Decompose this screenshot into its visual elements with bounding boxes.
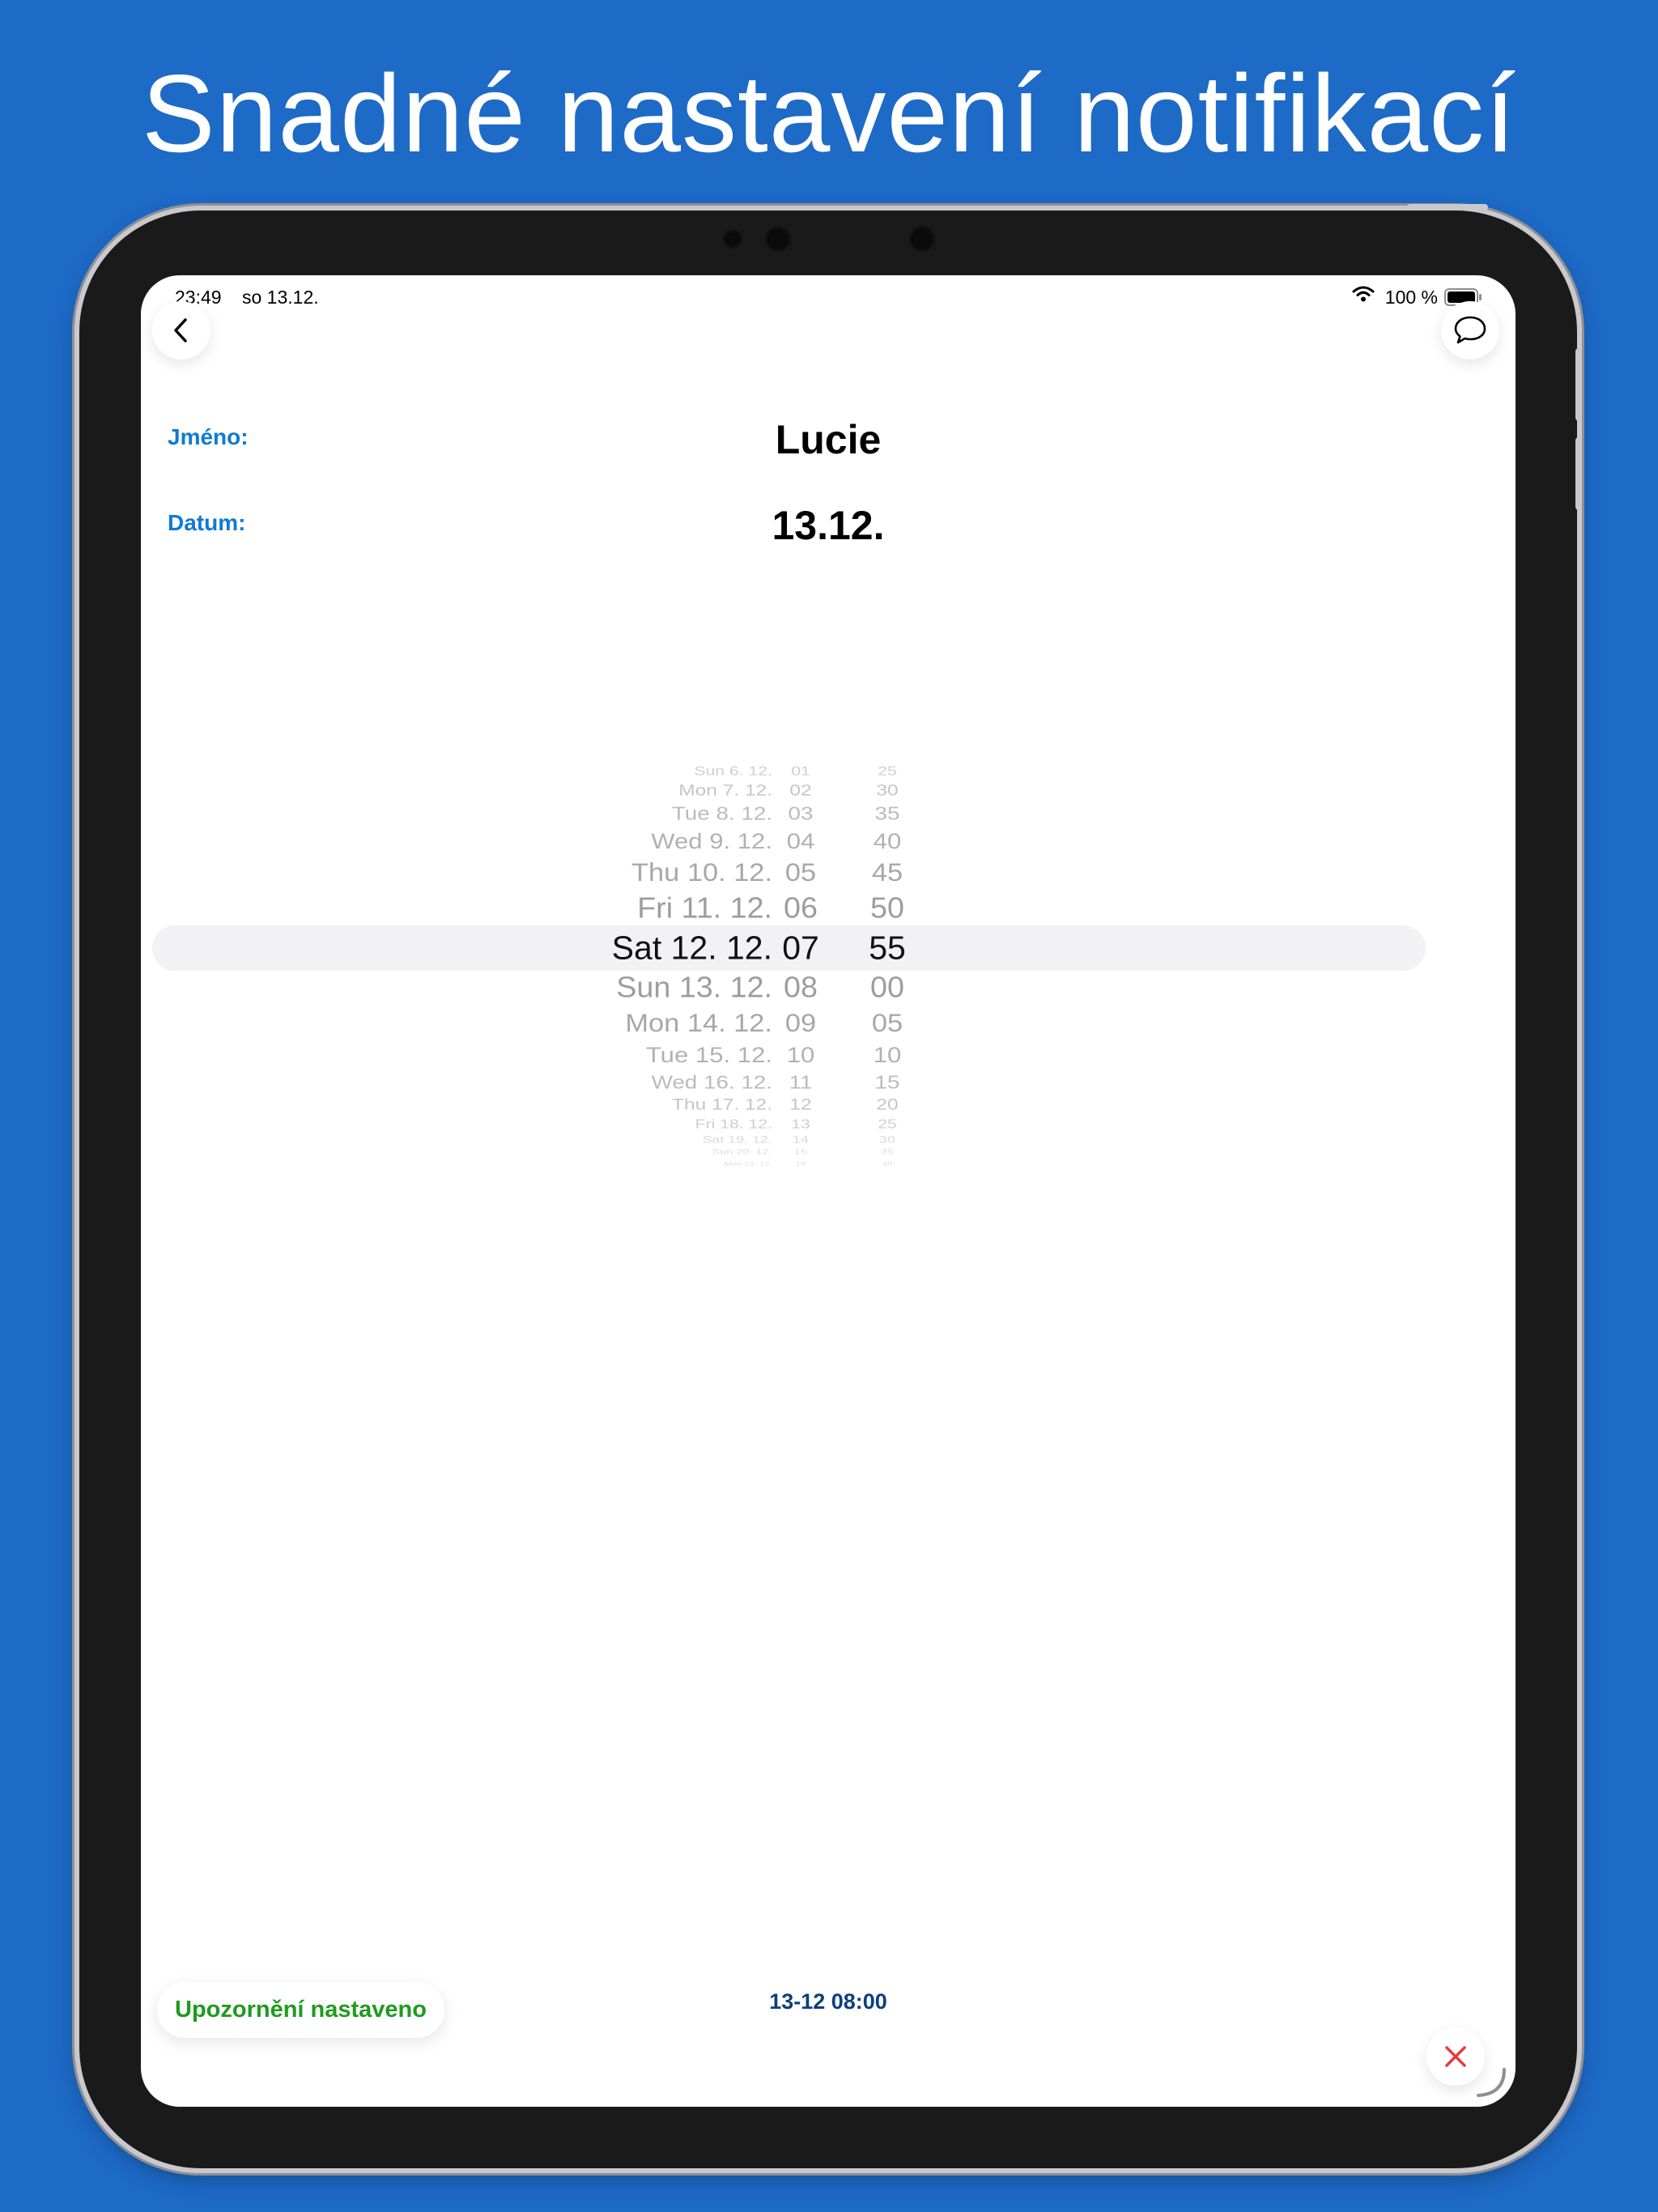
resize-corner-icon [1477, 2068, 1506, 2097]
notification-status-pill: Upozornění nastaveno [157, 1982, 444, 2038]
volume-button [1575, 348, 1582, 421]
picker-hour: 11 [789, 1071, 813, 1092]
picker-minute: 40 [882, 1160, 893, 1168]
volume-button [1575, 437, 1582, 510]
picker-minute: 55 [869, 929, 906, 967]
battery-percentage: 100 % [1384, 287, 1438, 308]
picker-hour: 03 [788, 803, 814, 824]
picker-hour: 08 [784, 971, 818, 1004]
picker-minute: 15 [874, 1071, 900, 1092]
picker-day: Sun 13. 12. [616, 971, 772, 1004]
picker-day: Wed 16. 12. [651, 1071, 772, 1092]
chevron-left-icon [174, 318, 187, 342]
picker-day: Tue 15. 12. [645, 1042, 772, 1067]
picker-hour: 12 [789, 1096, 812, 1114]
sensor-icon [722, 228, 743, 249]
picker-day: Sat 12. 12. [611, 929, 772, 967]
picker-day: Mon 7. 12. [678, 781, 772, 799]
picker-hour: 05 [784, 858, 817, 887]
picker-minute: 25 [878, 764, 897, 779]
back-button[interactable] [152, 301, 210, 359]
status-date: so 13.12. [242, 287, 319, 308]
picker-hour: 16 [795, 1160, 806, 1168]
app-screen: 23:49 so 13.12. 100 % Jméno: Lucie Datum… [141, 275, 1516, 2107]
picker-hour: 09 [784, 1009, 817, 1037]
picker-minute: 30 [876, 781, 899, 799]
picker-day: Thu 10. 12. [631, 858, 772, 887]
name-value: Lucie [775, 417, 882, 462]
picker-day: Tue 8. 12. [671, 803, 772, 824]
picker-day: Wed 9. 12. [651, 829, 772, 854]
picker-hour: 13 [791, 1117, 810, 1132]
headline: Snadné nastavení notifikací [142, 52, 1516, 175]
picker-minute: 20 [876, 1096, 899, 1114]
message-button[interactable] [1441, 301, 1499, 359]
picker-hour: 02 [789, 781, 812, 799]
picker-hour: 07 [782, 929, 819, 967]
picker-minute: 30 [879, 1134, 895, 1145]
picker-hour: 04 [786, 829, 815, 854]
picker-hour: 10 [786, 1042, 815, 1067]
picker-minute: 35 [874, 803, 900, 824]
date-value: 13.12. [772, 503, 885, 548]
picker-minute: 05 [871, 1009, 903, 1037]
picker-minute: 50 [870, 891, 904, 925]
picker-minute: 10 [873, 1042, 902, 1067]
sensor-icon [908, 225, 936, 253]
picker-hour: 14 [793, 1134, 809, 1145]
speech-bubble-icon [1454, 316, 1486, 344]
camera-icon [764, 225, 792, 253]
picker-minute: 00 [870, 971, 904, 1004]
picker-day: Thu 17. 12. [672, 1096, 772, 1114]
picker-minute: 35 [880, 1147, 895, 1156]
picker-day: Fri 11. 12. [637, 891, 772, 925]
picker-hour: 06 [784, 891, 818, 925]
picker-day: Mon 14. 12. [625, 1009, 772, 1037]
picker-hour: 15 [793, 1147, 808, 1156]
power-button [1407, 204, 1488, 211]
picker-minute: 40 [873, 829, 902, 854]
picker-minute: 45 [871, 858, 903, 887]
picker-minute: 25 [878, 1117, 897, 1132]
picker-hour: 01 [791, 764, 810, 779]
wifi-icon [1352, 286, 1375, 302]
close-icon [1445, 2046, 1466, 2067]
